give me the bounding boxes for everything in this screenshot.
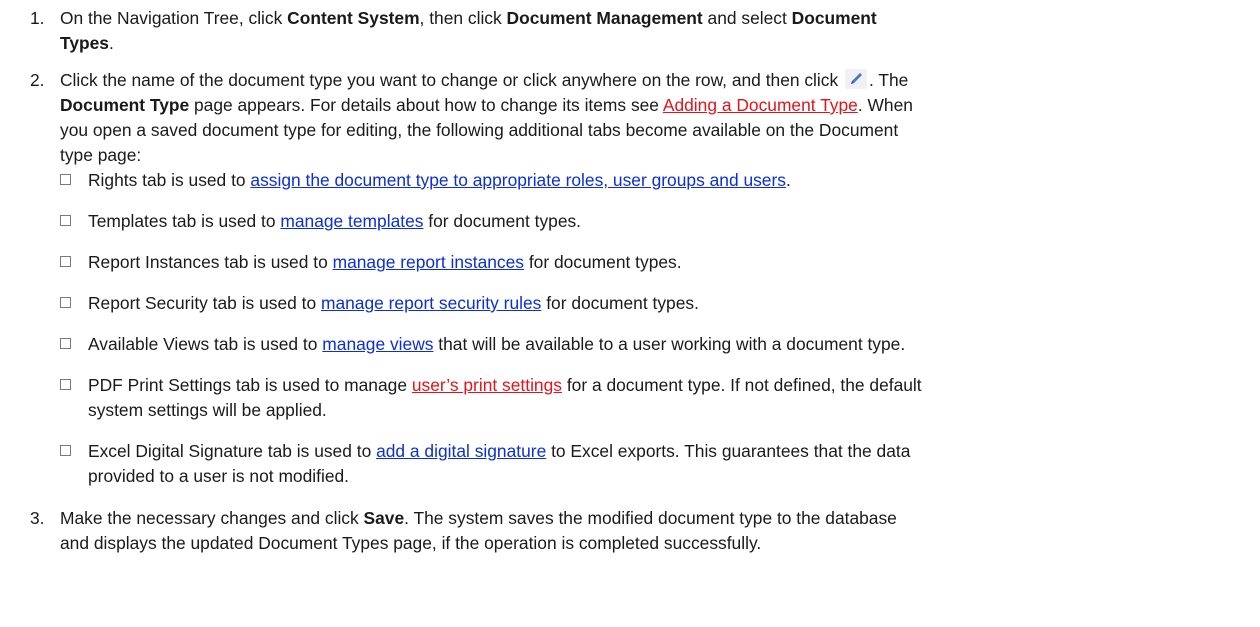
link-manage-report-instances[interactable]: manage report instances [333, 252, 524, 272]
step-text: Make the necessary changes and click Sav… [60, 508, 897, 553]
link-adding-document-type[interactable]: Adding a Document Type [663, 95, 858, 115]
pencil-icon [845, 69, 868, 89]
step-number: 3. [30, 508, 45, 528]
checkbox-bullet-icon [60, 256, 71, 267]
step-number: 1. [30, 8, 45, 28]
nav-term-document-management: Document Management [506, 8, 703, 28]
link-manage-templates[interactable]: manage templates [280, 211, 423, 231]
link-manage-views[interactable]: manage views [322, 334, 433, 354]
checkbox-bullet-icon [60, 297, 71, 308]
nav-term-content-system: Content System [287, 8, 420, 28]
link-manage-report-security-rules[interactable]: manage report security rules [321, 293, 541, 313]
checkbox-bullet-icon [60, 379, 71, 390]
step-text: Click the name of the document type you … [60, 69, 913, 165]
checkbox-bullet-icon [60, 445, 71, 456]
step-number: 2. [30, 70, 45, 90]
checkbox-bullet-icon [60, 215, 71, 226]
step-text: On the Navigation Tree, click Content Sy… [60, 8, 877, 53]
link-users-print-settings[interactable]: user’s print settings [412, 375, 562, 395]
checkbox-bullet-icon [60, 174, 71, 185]
link-add-digital-signature[interactable]: add a digital signature [376, 441, 546, 461]
term-document-type: Document Type [60, 95, 190, 115]
nav-term-document: Document [791, 8, 877, 28]
term-save: Save [363, 508, 405, 528]
link-assign-document-type[interactable]: assign the document type to appropriate … [250, 170, 786, 190]
nav-term-types: Types [60, 33, 109, 53]
checkbox-bullet-icon [60, 338, 71, 349]
